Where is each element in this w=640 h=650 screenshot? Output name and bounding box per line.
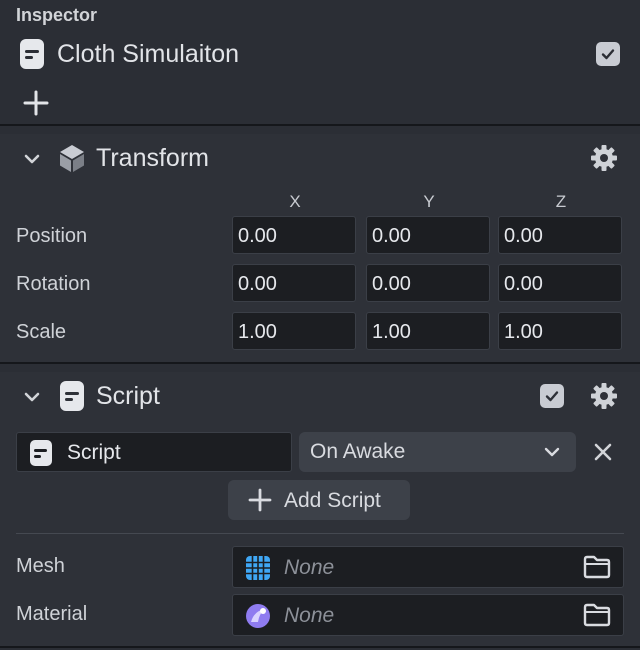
inspector-title: Inspector xyxy=(16,5,98,25)
section-divider xyxy=(0,362,640,364)
script-settings-gear-icon[interactable] xyxy=(589,381,619,411)
position-label: Position xyxy=(16,225,88,247)
transform-title: Transform xyxy=(96,144,209,172)
material-asset-field[interactable]: None xyxy=(232,594,624,636)
axis-label-z: Z xyxy=(555,192,567,211)
plus-icon xyxy=(248,488,272,512)
check-icon xyxy=(601,49,615,60)
material-value: None xyxy=(284,604,335,627)
transform-collapse-chevron[interactable] xyxy=(22,149,42,169)
script-collapse-chevron[interactable] xyxy=(22,387,42,407)
axis-label-y: Y xyxy=(423,192,435,211)
rotation-y-field[interactable]: 0.00 xyxy=(366,264,490,302)
add-component-button[interactable] xyxy=(22,89,50,117)
object-enabled-checkbox[interactable] xyxy=(596,42,620,66)
add-script-button[interactable]: Add Script xyxy=(228,480,410,520)
script-enabled-checkbox[interactable] xyxy=(540,384,564,408)
add-script-label: Add Script xyxy=(284,489,381,512)
section-divider xyxy=(0,646,640,648)
position-y-field[interactable]: 0.00 xyxy=(366,216,490,254)
position-z-field[interactable]: 0.00 xyxy=(498,216,622,254)
mesh-grid-icon xyxy=(246,556,270,580)
check-icon xyxy=(545,391,559,402)
material-label: Material xyxy=(16,603,88,625)
object-name[interactable]: Cloth Simulaiton xyxy=(57,40,239,69)
folder-icon[interactable] xyxy=(583,603,611,627)
script-title: Script xyxy=(96,382,160,410)
remove-script-close-icon[interactable] xyxy=(593,442,613,462)
script-event-selected: On Awake xyxy=(310,440,406,463)
divider xyxy=(16,533,624,534)
script-doc-icon xyxy=(20,39,44,69)
inspector-panel: Inspector Cloth Simulaiton Transform X Y… xyxy=(0,0,640,650)
mesh-label: Mesh xyxy=(16,555,65,577)
script-event-dropdown[interactable]: On Awake xyxy=(299,432,576,472)
chevron-down-icon xyxy=(544,447,560,457)
section-divider xyxy=(0,124,640,126)
script-doc-icon xyxy=(60,381,84,411)
script-field-value: Script xyxy=(67,441,121,464)
scale-y-field[interactable]: 1.00 xyxy=(366,312,490,350)
script-asset-field[interactable]: Script xyxy=(16,432,292,472)
rotation-z-field[interactable]: 0.00 xyxy=(498,264,622,302)
script-doc-icon xyxy=(30,440,52,466)
mesh-value: None xyxy=(284,556,335,579)
mesh-asset-field[interactable]: None xyxy=(232,546,624,588)
transform-settings-gear-icon[interactable] xyxy=(589,143,619,173)
scale-z-field[interactable]: 1.00 xyxy=(498,312,622,350)
material-icon xyxy=(246,604,270,628)
scale-label: Scale xyxy=(16,321,67,343)
scale-x-field[interactable]: 1.00 xyxy=(232,312,356,350)
cube-icon xyxy=(60,145,84,172)
folder-icon[interactable] xyxy=(583,555,611,579)
rotation-label: Rotation xyxy=(16,273,91,295)
rotation-x-field[interactable]: 0.00 xyxy=(232,264,356,302)
axis-label-x: X xyxy=(289,192,301,211)
position-x-field[interactable]: 0.00 xyxy=(232,216,356,254)
